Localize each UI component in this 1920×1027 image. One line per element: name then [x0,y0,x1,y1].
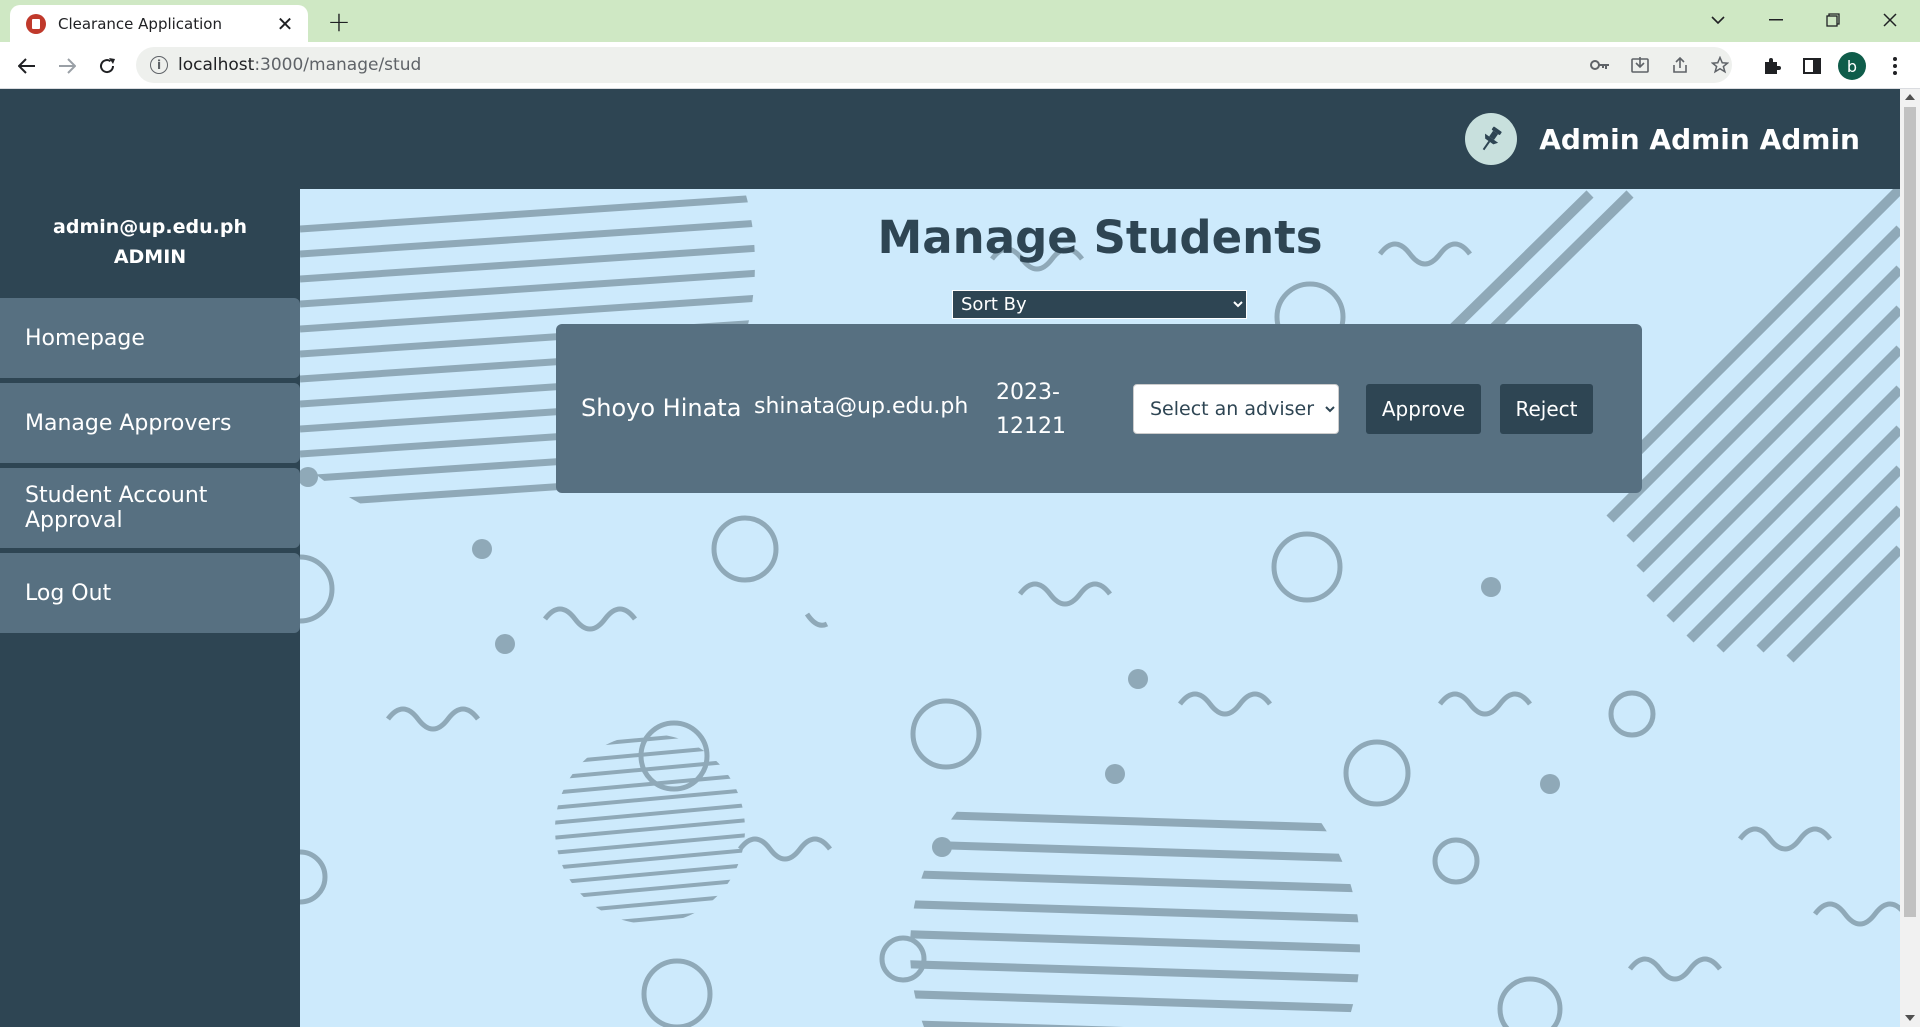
forward-icon[interactable] [52,51,82,81]
reject-button[interactable]: Reject [1500,384,1593,434]
approve-button[interactable]: Approve [1366,384,1481,434]
extensions-icon[interactable] [1757,51,1787,81]
scroll-down-icon[interactable] [1905,1015,1915,1021]
student-name: Shoyo Hinata [581,394,742,422]
key-icon[interactable] [1588,54,1612,76]
profile-avatar[interactable]: b [1838,52,1866,80]
minimize-icon[interactable] [1748,0,1804,40]
page-title: Manage Students [877,211,1323,264]
install-icon[interactable] [1628,54,1652,76]
sidebar-item-log-out[interactable]: Log Out [0,553,300,633]
share-icon[interactable] [1668,54,1692,76]
side-panel-icon[interactable] [1797,51,1827,81]
star-icon[interactable] [1708,54,1732,76]
tab-title: Clearance Application [58,14,222,33]
sidebar: admin@up.edu.ph ADMIN Homepage Manage Ap… [0,189,300,1027]
sidebar-item-manage-approvers[interactable]: Manage Approvers [0,383,300,463]
sort-by-select[interactable]: Sort By [952,290,1247,319]
close-tab-icon[interactable]: ✕ [274,12,296,36]
scroll-up-icon[interactable] [1905,94,1915,100]
header-user: Admin Admin Admin [1465,113,1860,165]
app-root: Admin Admin Admin admin@up.edu.ph ADMIN … [0,89,1900,1027]
sidebar-user-info: admin@up.edu.ph ADMIN [0,212,300,272]
tab-search-icon[interactable] [1690,0,1746,40]
url-text[interactable]: localhost:3000/manage/stud [178,55,421,75]
sidebar-email: admin@up.edu.ph [53,216,247,238]
reload-icon[interactable] [92,51,122,81]
browser-toolbar: i localhost:3000/manage/stud b [0,42,1920,89]
address-bar[interactable]: i localhost:3000/manage/stud [136,47,1732,83]
app-favicon-icon [26,13,46,34]
header-user-name: Admin Admin Admin [1539,122,1860,156]
sidebar-item-student-account-approval[interactable]: Student Account Approval [0,468,300,548]
student-number-line1: 2023- [996,380,1060,405]
sidebar-item-homepage[interactable]: Homepage [0,298,300,378]
close-window-icon[interactable] [1862,0,1918,40]
menu-icon[interactable] [1880,51,1910,81]
student-number-line2: 12121 [996,414,1066,439]
adviser-select[interactable]: Select an adviser [1133,384,1339,434]
student-row: Shoyo Hinata shinata@up.edu.ph 2023- 121… [556,324,1642,493]
new-tab-button[interactable]: + [324,5,354,38]
info-icon[interactable]: i [150,56,168,74]
pushpin-icon [1465,113,1518,165]
page-scrollbar[interactable] [1900,89,1920,1027]
student-number: 2023- 12121 [996,376,1076,444]
browser-tab[interactable]: Clearance Application ✕ [10,5,308,42]
back-icon[interactable] [12,51,42,81]
restore-icon[interactable] [1805,0,1861,40]
main-content: Manage Students Sort By Shoyo Hinata shi… [300,189,1900,1027]
student-email: shinata@up.edu.ph [754,394,969,419]
scroll-thumb[interactable] [1904,107,1916,917]
browser-tab-strip: Clearance Application ✕ + [0,0,1920,42]
sidebar-role: ADMIN [113,246,187,268]
